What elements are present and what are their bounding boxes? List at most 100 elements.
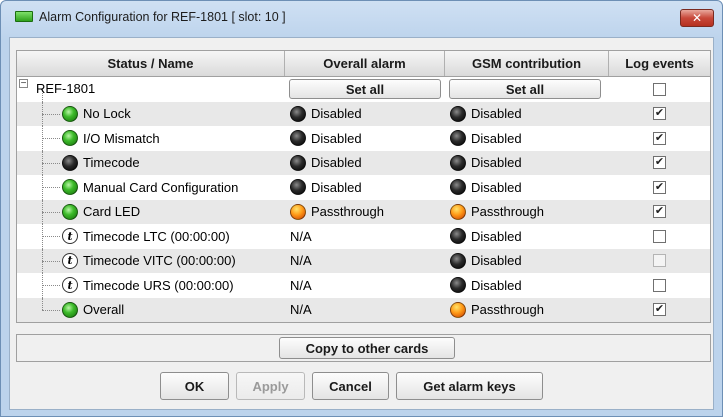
alarm-item: Overall xyxy=(62,298,124,323)
gsm-contribution-value[interactable]: Passthrough xyxy=(445,301,544,318)
title-bar[interactable]: Alarm Configuration for REF-1801 [ slot:… xyxy=(1,1,722,37)
black-led-icon[interactable] xyxy=(290,179,306,196)
gsm-contribution-value[interactable]: Disabled xyxy=(445,277,522,294)
log-events-checkbox[interactable]: ✔ xyxy=(653,180,666,194)
get-alarm-keys-button[interactable]: Get alarm keys xyxy=(396,372,543,400)
overall-alarm-value: N/A xyxy=(285,302,312,317)
green-led-icon xyxy=(62,105,78,122)
overall-alarm-value[interactable]: Disabled xyxy=(285,154,362,171)
close-icon: ✕ xyxy=(691,11,703,25)
gsm-contribution-value[interactable]: Disabled xyxy=(445,228,522,245)
alarm-name: No Lock xyxy=(83,106,131,122)
root-overall-cell: Set all xyxy=(285,77,445,102)
gsm-contribution-text: Disabled xyxy=(471,179,522,195)
log-events-checkbox[interactable] xyxy=(653,278,666,292)
overall-alarm-cell: N/A xyxy=(285,224,445,249)
overall-alarm-cell: N/A xyxy=(285,273,445,298)
root-gsm-cell: Set all xyxy=(445,77,609,102)
overall-alarm-text: N/A xyxy=(290,277,312,293)
green-led-icon xyxy=(62,179,78,196)
overall-alarm-text: Disabled xyxy=(311,130,362,146)
log-events-checkbox[interactable]: ✔ xyxy=(653,303,666,317)
alarm-name: Manual Card Configuration xyxy=(83,179,239,195)
close-button[interactable]: ✕ xyxy=(680,9,714,27)
log-events-checkbox[interactable]: ✔ xyxy=(653,205,666,219)
col-header-gsm-contribution: GSM contribution xyxy=(445,51,609,76)
log-events-checkbox[interactable]: ✔ xyxy=(653,131,666,145)
status-name-cell: t Timecode VITC (00:00:00) xyxy=(17,248,285,273)
dialog-body: Status / Name Overall alarm GSM contribu… xyxy=(9,37,714,410)
black-led-icon[interactable] xyxy=(450,130,466,147)
overall-alarm-value[interactable]: Disabled xyxy=(285,179,362,196)
alarm-table: Status / Name Overall alarm GSM contribu… xyxy=(16,50,711,323)
overall-alarm-text: Disabled xyxy=(311,179,362,195)
black-led-icon[interactable] xyxy=(450,277,466,294)
table-row: Timecode Disabled Disabled ✔ xyxy=(17,150,710,175)
overall-alarm-cell: Disabled xyxy=(285,102,445,127)
alarm-config-window: Alarm Configuration for REF-1801 [ slot:… xyxy=(0,0,723,417)
gsm-contribution-text: Disabled xyxy=(471,277,522,293)
overall-alarm-value[interactable]: Disabled xyxy=(285,130,362,147)
gsm-contribution-cell: Passthrough xyxy=(445,200,609,225)
table-row: Overall N/A Passthrough ✔ xyxy=(17,297,710,323)
overall-alarm-cell: Disabled xyxy=(285,126,445,151)
overall-alarm-cell: N/A xyxy=(285,249,445,274)
black-led-icon[interactable] xyxy=(290,154,306,171)
log-events-cell: ✔ xyxy=(609,298,710,323)
tree-collapse-icon[interactable]: − xyxy=(19,79,28,89)
gsm-contribution-text: Passthrough xyxy=(471,204,544,220)
tree-branch xyxy=(42,309,60,311)
status-name-cell: I/O Mismatch xyxy=(17,126,285,151)
black-led-icon[interactable] xyxy=(290,105,306,122)
gsm-contribution-value[interactable]: Disabled xyxy=(445,179,522,196)
gsm-contribution-value[interactable]: Disabled xyxy=(445,105,522,122)
table-row-root: − REF-1801 Set all Set all xyxy=(17,77,710,102)
black-led-icon[interactable] xyxy=(450,179,466,196)
tree-branch xyxy=(42,236,60,238)
cancel-button[interactable]: Cancel xyxy=(312,372,389,400)
log-events-checkbox[interactable]: ✔ xyxy=(653,107,666,121)
info-icon: t xyxy=(62,228,78,245)
ok-button[interactable]: OK xyxy=(160,372,229,400)
col-header-status-name: Status / Name xyxy=(17,51,285,76)
black-led-icon[interactable] xyxy=(450,154,466,171)
black-led-icon[interactable] xyxy=(450,228,466,245)
gsm-contribution-value[interactable]: Disabled xyxy=(445,130,522,147)
status-name-cell: Timecode xyxy=(17,150,285,175)
table-row: No Lock Disabled Disabled ✔ xyxy=(17,101,710,127)
gsm-contribution-value[interactable]: Disabled xyxy=(445,154,522,171)
status-name-cell: No Lock xyxy=(17,101,285,126)
log-events-checkbox[interactable] xyxy=(653,82,666,96)
log-events-checkbox[interactable] xyxy=(653,229,666,243)
gsm-contribution-text: Passthrough xyxy=(471,302,544,318)
col-header-log-events: Log events xyxy=(625,56,694,71)
copy-bar: Copy to other cards xyxy=(16,334,711,362)
orange-led-icon[interactable] xyxy=(450,301,466,318)
log-events-cell xyxy=(609,249,710,274)
overall-alarm-value[interactable]: Disabled xyxy=(285,105,362,122)
black-led-icon[interactable] xyxy=(450,105,466,122)
overall-alarm-value[interactable]: Passthrough xyxy=(285,203,384,220)
tree-connector xyxy=(42,297,43,310)
apply-button[interactable]: Apply xyxy=(236,372,305,400)
orange-led-icon[interactable] xyxy=(450,203,466,220)
gsm-contribution-text: Disabled xyxy=(471,228,522,244)
root-log-cell xyxy=(609,77,710,102)
log-events-checkbox[interactable]: ✔ xyxy=(653,156,666,170)
root-card-name: REF-1801 xyxy=(36,81,96,96)
black-led-icon[interactable] xyxy=(290,130,306,147)
card-app-icon xyxy=(15,11,33,22)
status-name-cell: t Timecode URS (00:00:00) xyxy=(17,273,285,298)
black-led-icon[interactable] xyxy=(450,252,466,269)
log-events-checkbox[interactable] xyxy=(653,254,666,268)
gsm-contribution-cell: Disabled xyxy=(445,102,609,127)
copy-to-other-cards-button[interactable]: Copy to other cards xyxy=(279,337,455,359)
gsm-contribution-text: Disabled xyxy=(471,155,522,171)
overall-alarm-value: N/A xyxy=(285,278,312,293)
orange-led-icon[interactable] xyxy=(290,203,306,220)
gsm-contribution-value[interactable]: Passthrough xyxy=(445,203,544,220)
set-all-overall-button[interactable]: Set all xyxy=(289,79,441,100)
set-all-gsm-button[interactable]: Set all xyxy=(449,79,601,100)
table-row: t Timecode URS (00:00:00) N/A Disabled xyxy=(17,273,710,298)
gsm-contribution-value[interactable]: Disabled xyxy=(445,252,522,269)
